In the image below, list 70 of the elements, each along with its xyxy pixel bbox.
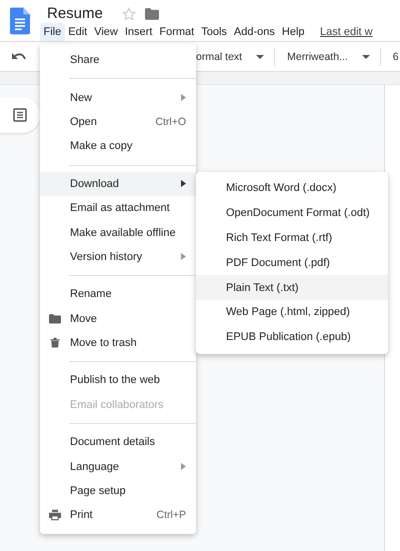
submenu-item[interactable]: Microsoft Word (.docx) bbox=[196, 176, 388, 201]
menu-item-label: Move to trash bbox=[70, 337, 138, 350]
menu-item[interactable]: Move to trash bbox=[40, 330, 196, 356]
folder-icon bbox=[49, 312, 61, 325]
menu-bar-item[interactable]: Tools bbox=[198, 23, 230, 41]
font-size-dropdown[interactable]: 6 bbox=[392, 50, 399, 62]
submenu-item[interactable]: EPUB Publication (.epub) bbox=[196, 324, 388, 350]
menu-item[interactable]: Document details bbox=[40, 430, 196, 454]
submenu-arrow-icon bbox=[181, 94, 186, 102]
caret-icon[interactable] bbox=[256, 54, 264, 58]
menu-item[interactable]: Share bbox=[40, 48, 196, 72]
printer-icon bbox=[49, 509, 61, 522]
menu-bar-item[interactable]: View bbox=[90, 23, 122, 41]
star-icon[interactable] bbox=[122, 6, 136, 20]
menu-item-label: Move bbox=[70, 312, 98, 325]
shortcut-text: Ctrl+P bbox=[156, 509, 186, 522]
menu-item-label: Page setup bbox=[70, 485, 127, 498]
folder-icon[interactable] bbox=[144, 8, 159, 20]
menu-item-label: Rename bbox=[70, 288, 113, 300]
last-edit-link[interactable]: Last edit w bbox=[320, 26, 373, 38]
menu-bar-item[interactable]: Help bbox=[278, 23, 308, 41]
submenu-item[interactable]: Web Page (.html, zipped) bbox=[196, 300, 388, 325]
menu-bar-item[interactable]: File bbox=[40, 23, 65, 41]
submenu-item[interactable]: Rich Text Format (.rtf) bbox=[196, 226, 388, 250]
menu-item-label: Print bbox=[70, 509, 94, 522]
menu-item[interactable]: Print Ctrl+P bbox=[40, 503, 196, 528]
outline-icon bbox=[13, 108, 27, 122]
menu-item-label: Share bbox=[70, 54, 100, 66]
menu-bar-item[interactable]: Add-ons bbox=[230, 23, 278, 41]
paragraph-style-dropdown[interactable]: ormal text bbox=[196, 50, 242, 62]
submenu-arrow-icon bbox=[181, 253, 186, 260]
menu-bar-item[interactable]: Edit bbox=[64, 23, 91, 41]
menu-item[interactable]: Version history bbox=[40, 244, 196, 270]
menu-item[interactable]: Email as attachment bbox=[40, 196, 196, 220]
menu-item[interactable]: New bbox=[40, 85, 196, 110]
docs-logo-icon[interactable] bbox=[10, 7, 30, 35]
trash-icon bbox=[49, 337, 61, 350]
menu-item[interactable]: Publish to the web bbox=[40, 368, 196, 393]
shortcut-text: Ctrl+O bbox=[155, 116, 186, 128]
submenu-arrow-icon bbox=[181, 463, 186, 470]
submenu-item[interactable]: PDF Document (.pdf) bbox=[196, 250, 388, 276]
menu-item-label: Version history bbox=[70, 250, 144, 263]
menu-item-label: Publish to the web bbox=[70, 374, 161, 386]
menu-item[interactable]: Make available offline bbox=[40, 220, 196, 245]
menu-item-label: Make available offline bbox=[70, 226, 177, 239]
menu-item[interactable]: Download bbox=[40, 172, 196, 196]
submenu-item[interactable]: Plain Text (.txt) bbox=[196, 275, 388, 300]
menu-item[interactable]: Rename bbox=[40, 282, 196, 307]
menu-item-label: Download bbox=[70, 178, 120, 190]
menu-item[interactable]: Move bbox=[40, 306, 196, 331]
menu-item[interactable]: Language bbox=[40, 454, 196, 479]
menu-item-label: Open bbox=[70, 116, 98, 128]
menu-item[interactable]: Make a copy bbox=[40, 134, 196, 159]
submenu-item[interactable]: OpenDocument Format (.odt) bbox=[196, 200, 388, 226]
document-title[interactable]: Resume bbox=[47, 5, 103, 22]
menu-item-label: Email collaborators bbox=[70, 398, 165, 411]
font-dropdown[interactable]: Merriweath... bbox=[287, 50, 348, 62]
caret-icon[interactable] bbox=[362, 54, 370, 58]
menu-item-label: Email as attachment bbox=[70, 202, 171, 214]
outline-tab[interactable] bbox=[0, 97, 40, 133]
menu-item[interactable]: Page setup bbox=[40, 478, 196, 504]
menu-item-label: Language bbox=[70, 460, 120, 473]
submenu-arrow-icon bbox=[181, 180, 186, 188]
menu-item-label: New bbox=[70, 92, 94, 104]
menu-item-label: Document details bbox=[70, 436, 156, 448]
menu-item[interactable]: Open Ctrl+O bbox=[40, 110, 196, 134]
menu-item-label: Make a copy bbox=[70, 140, 134, 152]
menu-bar-item[interactable]: Insert bbox=[121, 23, 156, 41]
undo-icon[interactable] bbox=[12, 52, 26, 62]
menu-bar-item[interactable]: Format bbox=[156, 23, 198, 41]
